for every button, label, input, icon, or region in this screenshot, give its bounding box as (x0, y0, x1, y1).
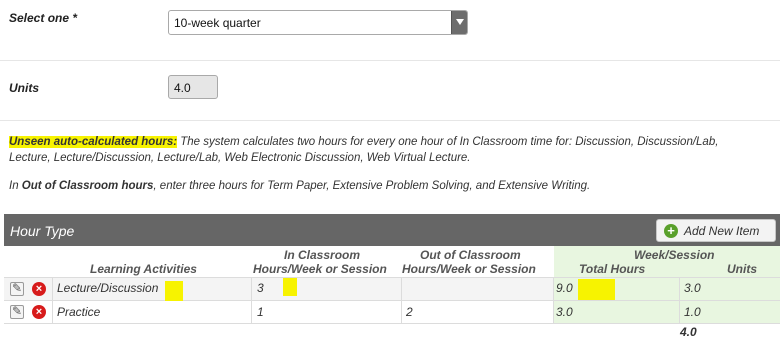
in-class-cell: 3 (257, 281, 264, 295)
units-header: Units (727, 262, 757, 276)
units-field[interactable]: 4.0 (168, 75, 218, 99)
total-header-1: Week/Session (634, 248, 715, 262)
in-classroom-header-1: In Classroom (284, 248, 361, 262)
select-label: Select one * (9, 11, 78, 25)
delete-icon[interactable]: × (32, 305, 46, 319)
term-select[interactable]: 10-week quarter (168, 10, 468, 35)
out-class-cell: 2 (406, 305, 413, 319)
hour-type-title: Hour Type (10, 223, 75, 239)
divider (0, 120, 780, 121)
edit-icon[interactable] (10, 304, 24, 319)
chevron-down-icon[interactable] (451, 11, 467, 34)
activity-cell: Lecture/Discussion (57, 281, 159, 295)
units-cell: 1.0 (684, 305, 701, 319)
learning-activities-header: Learning Activities (90, 262, 197, 276)
unseen-hours-title: Unseen auto-calculated hours: (9, 136, 178, 148)
plus-icon: + (664, 224, 678, 238)
add-new-item-label: Add New Item (684, 224, 760, 238)
unseen-hours-text: The system calculates two hours for ever… (177, 136, 719, 148)
highlight-mark (165, 281, 183, 301)
highlight-mark (283, 278, 297, 296)
divider (0, 60, 780, 61)
note-rest: , enter three hours for Term Paper, Exte… (153, 180, 591, 192)
unseen-hours-text-2: Lecture, Lecture/Discussion, Lecture/Lab… (9, 152, 471, 164)
out-of-classroom-bold: Out of Classroom hours (21, 180, 154, 192)
out-classroom-header-1: Out of Classroom (420, 248, 521, 262)
total-header-2: Total Hours (579, 262, 646, 276)
activity-cell: Practice (57, 305, 101, 319)
note-prefix: In (9, 180, 22, 192)
units-label: Units (9, 81, 39, 95)
total-hours-cell: 3.0 (556, 305, 573, 319)
in-class-cell: 1 (257, 305, 264, 319)
units-total: 4.0 (680, 325, 697, 339)
total-hours-cell: 9.0 (556, 281, 573, 295)
unseen-hours-note: Unseen auto-calculated hours: The system… (9, 134, 779, 166)
edit-icon[interactable] (10, 281, 24, 296)
out-of-classroom-note: In Out of Classroom hours, enter three h… (9, 178, 779, 194)
out-classroom-header-2: Hours/Week or Session (402, 262, 536, 276)
hour-type-header: Hour Type + Add New Item (4, 214, 780, 246)
term-select-value: 10-week quarter (174, 16, 261, 30)
highlight-mark (578, 279, 615, 300)
units-cell: 3.0 (684, 281, 701, 295)
in-classroom-header-2: Hours/Week or Session (253, 262, 387, 276)
delete-icon[interactable]: × (32, 282, 46, 296)
add-new-item-button[interactable]: + Add New Item (656, 219, 776, 242)
